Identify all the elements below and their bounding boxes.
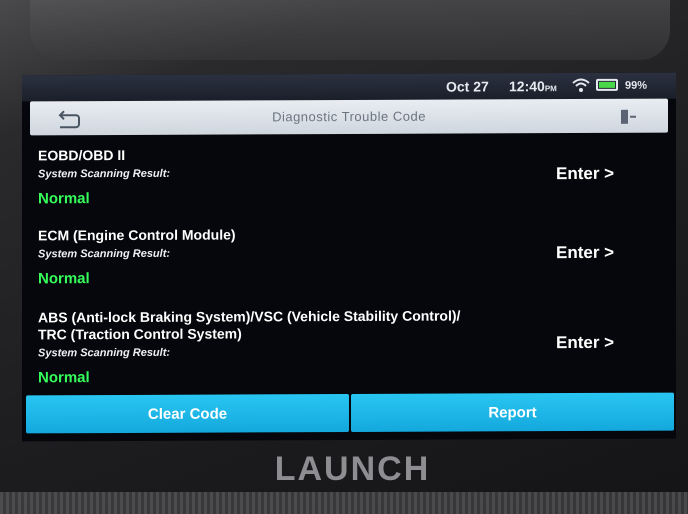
system-row-ecm: ECM (Engine Control Module) System Scann… <box>22 219 676 287</box>
system-row-abs: ABS (Anti-lock Braking System)/VSC (Vehi… <box>22 299 676 387</box>
wifi-icon <box>572 78 590 92</box>
status-bar: Oct 27 12:40PM 99% <box>22 72 676 102</box>
scan-result-label: System Scanning Result: <box>38 247 171 261</box>
device-screen: Oct 27 12:40PM 99% Diagnostic Trouble Co… <box>22 72 676 442</box>
title-bar: Diagnostic Trouble Code <box>30 98 668 136</box>
scan-result-value: Normal <box>38 270 90 288</box>
status-time: 12:40PM <box>509 78 557 95</box>
scan-result-value: Normal <box>38 190 90 208</box>
battery-percent: 99% <box>625 79 648 92</box>
enter-button[interactable]: Enter > <box>556 333 614 353</box>
system-name-line1: ABS (Anti-lock Braking System)/VSC (Vehi… <box>38 307 461 326</box>
battery-icon <box>596 78 618 91</box>
scan-result-value: Normal <box>38 369 90 387</box>
bottom-action-bar: Clear Code Report <box>26 392 674 434</box>
system-name: ECM (Engine Control Module) <box>38 226 236 244</box>
device-top-edge <box>30 0 670 60</box>
system-name-line2: TRC (Traction Control System) <box>38 325 242 343</box>
system-name: EOBD/OBD II <box>38 146 126 164</box>
scan-result-label: System Scanning Result: <box>38 346 171 360</box>
scan-result-label: System Scanning Result: <box>38 167 171 181</box>
page-title: Diagnostic Trouble Code <box>272 108 426 125</box>
clear-code-button[interactable]: Clear Code <box>26 394 349 434</box>
status-ampm: PM <box>544 84 557 94</box>
report-button[interactable]: Report <box>351 392 674 432</box>
system-list: EOBD/OBD II System Scanning Result: Norm… <box>22 139 676 386</box>
enter-button[interactable]: Enter > <box>556 164 614 184</box>
exit-icon[interactable] <box>618 107 638 127</box>
brand-logo: LAUNCH <box>274 450 431 488</box>
status-date: Oct 27 <box>446 78 489 95</box>
system-row-eobd: EOBD/OBD II System Scanning Result: Norm… <box>22 139 676 207</box>
device-bottom-edge <box>0 492 688 514</box>
enter-button[interactable]: Enter > <box>556 243 614 263</box>
